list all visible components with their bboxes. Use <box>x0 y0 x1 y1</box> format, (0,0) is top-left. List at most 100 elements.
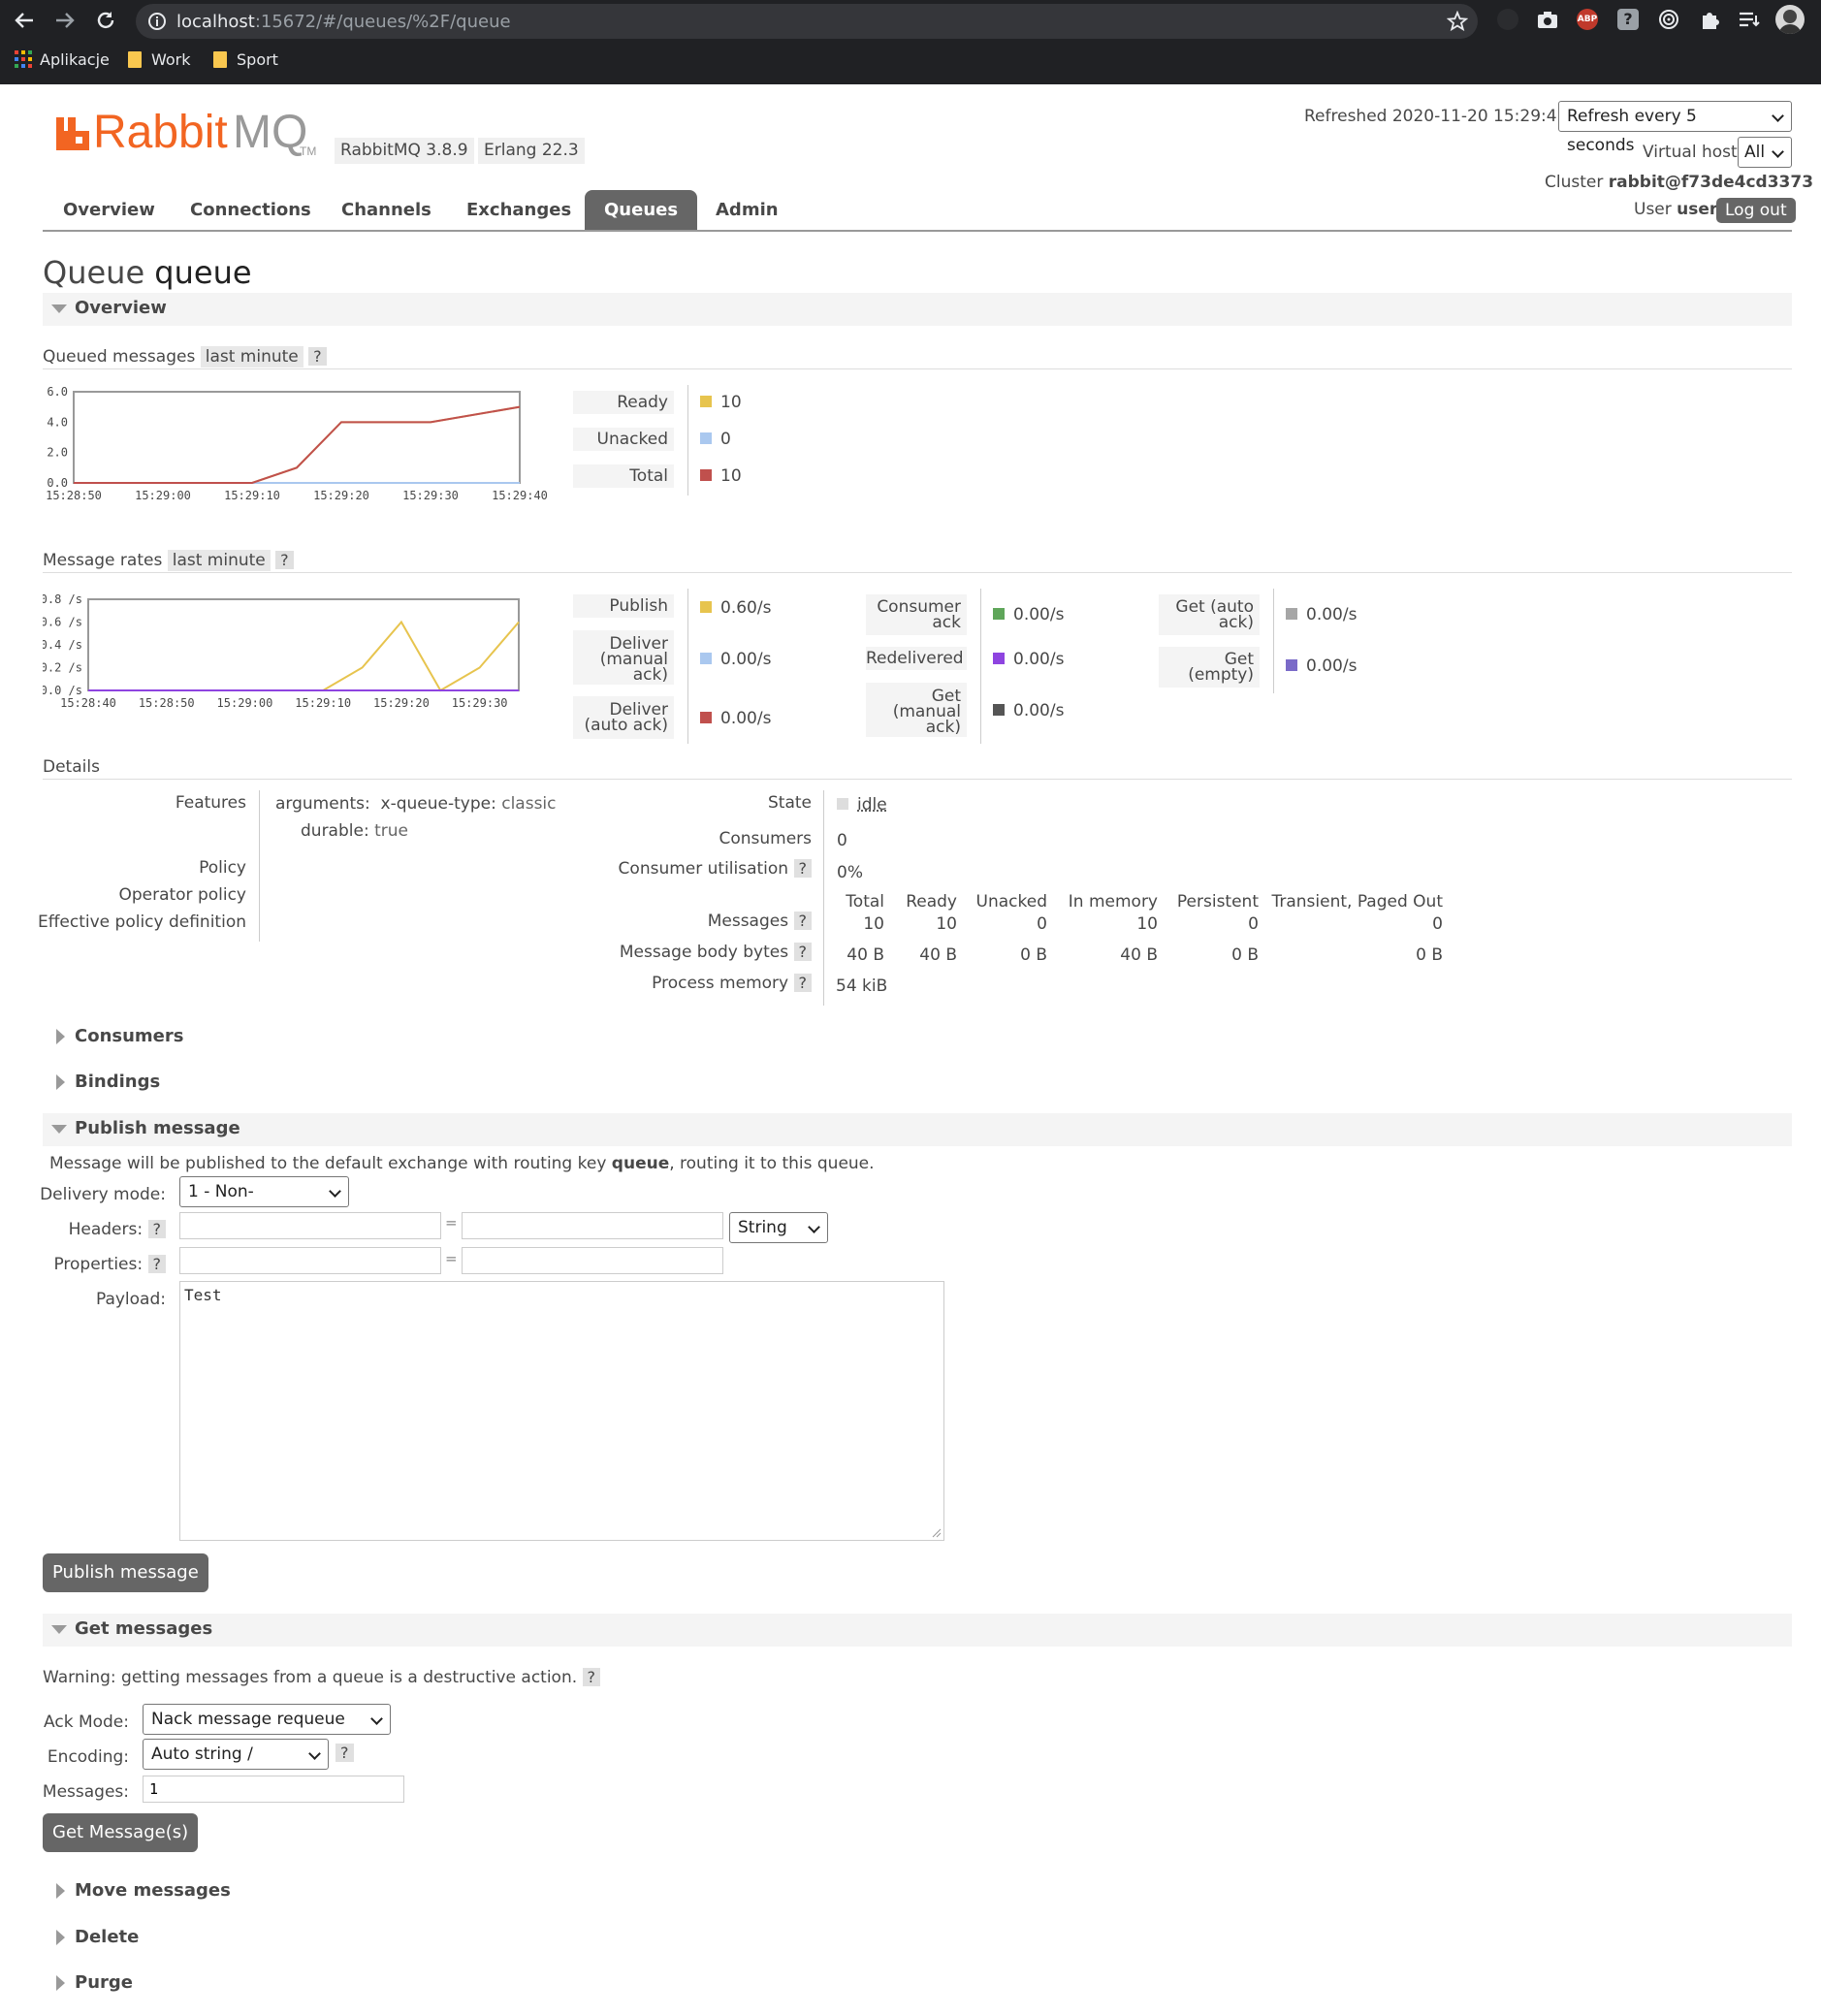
folder-icon <box>213 51 227 68</box>
rate-get-auto-value: 0.00/s <box>1286 605 1357 624</box>
publish-swatch <box>700 601 712 613</box>
help-button[interactable]: ? <box>793 974 812 992</box>
purge-section-toggle[interactable]: Purge <box>43 1968 431 2000</box>
get-messages-button[interactable]: Get Message(s) <box>43 1813 199 1852</box>
reading-list-icon[interactable] <box>1738 10 1761 29</box>
tab-channels[interactable]: Channels <box>341 190 431 231</box>
help-button[interactable]: ? <box>147 1255 166 1273</box>
equals-sign: = <box>445 1214 458 1232</box>
encoding-select[interactable]: Auto string / base64 <box>143 1739 329 1793</box>
publish-message-button[interactable]: Publish message <box>43 1553 208 1592</box>
state-label: State <box>768 793 812 813</box>
plot-frame <box>87 598 520 691</box>
forward-icon[interactable] <box>54 11 76 30</box>
x-tick-label: 15:28:40 <box>60 696 116 710</box>
info-icon[interactable] <box>147 12 167 31</box>
col-transient: Transient, Paged Out <box>1271 892 1443 912</box>
y-tick-label: 2.0 <box>47 446 68 460</box>
consumer-utilisation-value: 0% <box>837 863 863 882</box>
get-messages-section-header[interactable]: Get messages <box>43 1614 1792 1647</box>
rate-publish-value: 0.60/s <box>700 598 771 618</box>
divider <box>43 779 1792 780</box>
bookmark-work[interactable]: Work <box>128 48 191 72</box>
help-button[interactable]: ? <box>275 551 294 569</box>
tab-admin[interactable]: Admin <box>716 190 779 231</box>
help-button[interactable]: ? <box>793 912 812 930</box>
table-cell: 0 B <box>1231 945 1259 965</box>
back-icon[interactable] <box>14 11 35 30</box>
target-icon[interactable] <box>1658 9 1679 30</box>
feature-arguments: arguments: x-queue-type: classic <box>275 794 557 814</box>
expand-arrow-icon <box>56 1074 65 1090</box>
tab-connections[interactable]: Connections <box>190 190 311 231</box>
messages-count-input[interactable] <box>143 1776 404 1803</box>
x-tick-label: 15:29:00 <box>135 489 191 502</box>
ack-mode-select[interactable]: Nack message requeue true <box>143 1704 391 1758</box>
help-button[interactable]: ? <box>308 347 327 366</box>
help-button[interactable]: ? <box>335 1744 354 1762</box>
tab-overview[interactable]: Overview <box>63 190 155 231</box>
deliver-manual-swatch <box>700 653 712 664</box>
refresh-interval-select[interactable]: Refresh every 5 seconds <box>1558 101 1792 155</box>
y-tick-label: 0.0 /s <box>43 684 82 697</box>
help-button[interactable]: ? <box>793 943 812 961</box>
logout-button[interactable]: Log out <box>1716 198 1796 223</box>
extension-icon[interactable] <box>1497 9 1518 30</box>
properties-label: Properties: ? <box>53 1255 166 1274</box>
payload-textarea[interactable]: Test <box>179 1281 944 1541</box>
adblock-icon[interactable]: ABP <box>1577 9 1598 30</box>
puzzle-icon[interactable] <box>1699 9 1720 30</box>
rate-redelivered-value: 0.00/s <box>993 650 1064 669</box>
move-messages-section-toggle[interactable]: Move messages <box>43 1875 431 1908</box>
header-key-input[interactable] <box>179 1212 441 1239</box>
details-separator <box>259 790 260 942</box>
logo-rabbit-text: Rabbit <box>93 107 228 158</box>
delete-section-toggle[interactable]: Delete <box>43 1922 431 1955</box>
logo-tm-text: TM <box>300 144 317 158</box>
header-type-select[interactable]: String <box>729 1212 828 1243</box>
get-manual-swatch <box>993 704 1005 716</box>
divider <box>43 368 1792 369</box>
publish-intro: Message will be published to the default… <box>49 1154 875 1173</box>
tab-exchanges[interactable]: Exchanges <box>466 190 571 231</box>
help-button[interactable]: ? <box>793 859 812 878</box>
bookmark-sport[interactable]: Sport <box>213 48 278 72</box>
bindings-section-toggle[interactable]: Bindings <box>43 1067 431 1100</box>
resize-handle-icon[interactable] <box>932 1528 942 1538</box>
rate-consumer-ack-value: 0.00/s <box>993 605 1064 624</box>
rate-deliver-manual-label: Deliver (manual ack) <box>573 630 674 685</box>
tab-divider <box>43 230 1792 232</box>
camera-icon[interactable] <box>1537 10 1558 29</box>
help-button[interactable]: ? <box>582 1668 601 1686</box>
delivery-mode-select[interactable]: 1 - Non-persistent <box>179 1176 349 1231</box>
property-value-input[interactable] <box>462 1247 723 1274</box>
consumers-section-toggle[interactable]: Consumers <box>43 1021 431 1054</box>
ready-swatch <box>700 396 712 407</box>
help-button[interactable]: ? <box>147 1220 166 1238</box>
address-bar[interactable]: localhost:15672/#/queues/%2F/queue <box>136 4 1478 39</box>
header-value-input[interactable] <box>462 1212 723 1239</box>
range-selector[interactable]: last minute <box>200 346 304 368</box>
tab-queues[interactable]: Queues <box>585 190 698 231</box>
overview-section-header[interactable]: Overview <box>43 293 1792 326</box>
virtual-host-select[interactable]: All <box>1738 137 1792 168</box>
col-in-memory: In memory <box>1068 892 1158 912</box>
table-cell: 0 <box>1432 914 1443 934</box>
range-selector[interactable]: last minute <box>167 550 271 571</box>
process-memory-label: Process memory ? <box>652 974 812 993</box>
reload-icon[interactable] <box>95 10 116 31</box>
bookmark-apps[interactable]: Aplikacje <box>15 48 110 72</box>
star-icon[interactable] <box>1447 11 1468 32</box>
table-cell: 0 <box>1037 914 1047 934</box>
payload-text: Test <box>184 1286 222 1304</box>
publish-section-header[interactable]: Publish message <box>43 1113 1792 1146</box>
get-auto-swatch <box>1286 608 1297 620</box>
avatar[interactable] <box>1775 5 1805 34</box>
effective-policy-label: Effective policy definition <box>37 912 246 932</box>
deliver-auto-swatch <box>700 712 712 723</box>
property-key-input[interactable] <box>179 1247 441 1274</box>
y-tick-label: 0.2 /s <box>43 661 82 675</box>
legend-ready-value: 10 <box>700 393 742 412</box>
encoding-help[interactable]: ? <box>335 1744 354 1763</box>
help-extension-icon[interactable]: ? <box>1617 9 1639 30</box>
